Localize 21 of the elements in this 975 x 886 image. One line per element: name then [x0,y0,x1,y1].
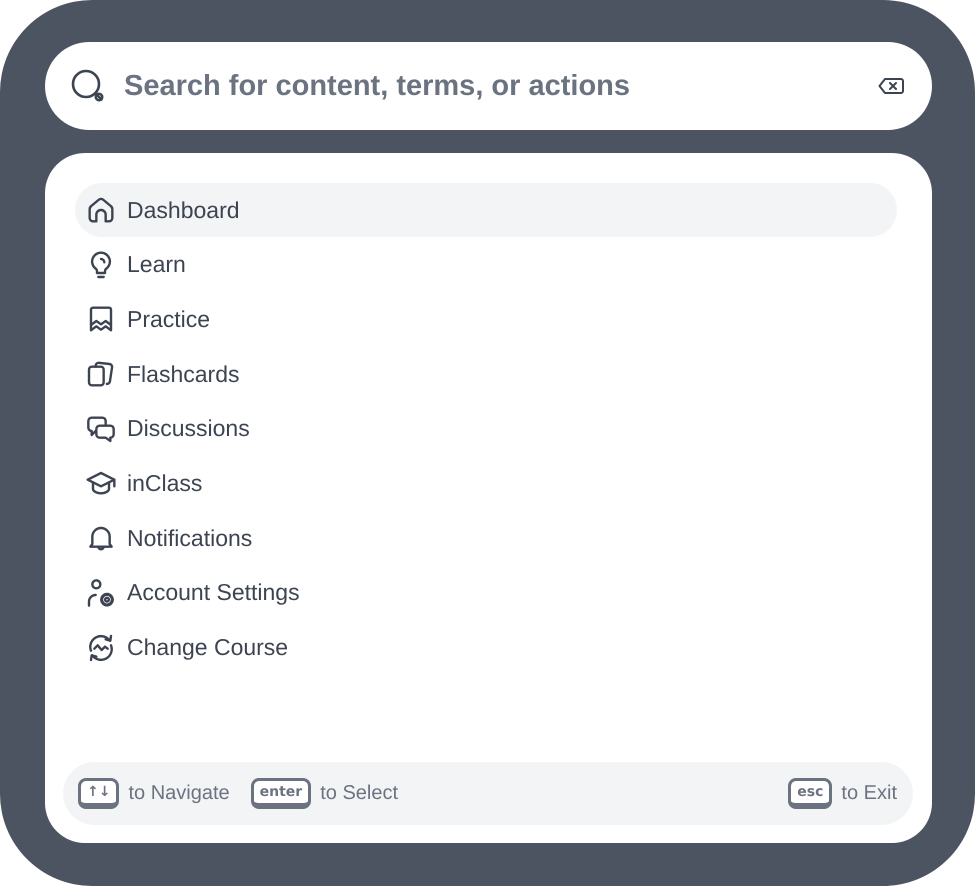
keyboard-key: esc [788,778,832,809]
hint-label: to Exit [841,782,897,805]
menu-item[interactable]: Practice [75,292,897,346]
menu-item[interactable]: Discussions [75,402,897,456]
menu-item[interactable]: Flashcards [75,347,897,402]
menu-item[interactable]: Dashboard [75,183,897,237]
keyboard-key: ↑↓ [78,778,120,809]
search-input[interactable]: Search for content, terms, or actions [124,66,866,106]
clear-button[interactable] [878,77,904,95]
user-gear-icon [85,576,117,609]
menu-item[interactable]: Account Settings [75,566,897,620]
menu-item[interactable]: inClass [75,456,897,510]
hint-label: to Navigate [128,782,230,805]
search-icon [70,68,106,104]
hint-label: to Select [320,782,398,805]
backspace-icon [878,77,904,95]
menu-item[interactable]: Notifications [75,511,897,566]
menu-item[interactable]: Learn [75,238,897,292]
keyboard-key: enter [250,778,312,809]
menu-item[interactable]: Change Course [75,620,897,674]
search-field[interactable]: Search for content, terms, or actions [45,42,932,130]
